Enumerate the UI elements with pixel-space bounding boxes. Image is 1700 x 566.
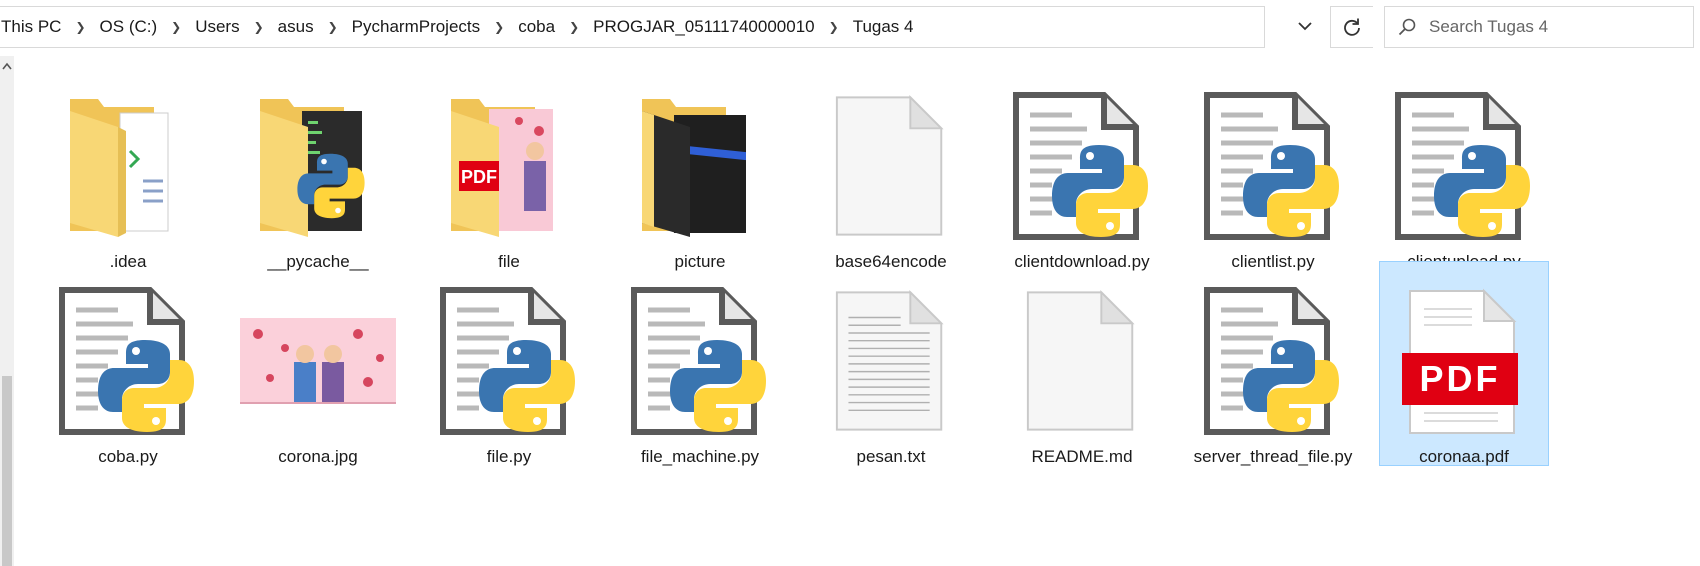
- chevron-right-icon[interactable]: ❯: [488, 20, 510, 34]
- file-name: README.md: [1031, 447, 1133, 466]
- chevron-right-icon[interactable]: ❯: [69, 20, 91, 34]
- file-item-clientlist[interactable]: clientlist.py: [1188, 66, 1358, 271]
- file-name: corona.jpg: [278, 447, 358, 466]
- chevron-right-icon[interactable]: ❯: [248, 20, 270, 34]
- breadcrumb-users[interactable]: Users: [187, 17, 247, 37]
- file-name: pesan.txt: [856, 447, 926, 466]
- chevron-down-icon: [1298, 22, 1312, 31]
- file-item-file-py[interactable]: file.py: [424, 261, 594, 466]
- python-file-icon: [439, 286, 579, 436]
- python-file-icon: [1012, 91, 1152, 241]
- folder-item-idea[interactable]: .idea: [43, 66, 213, 271]
- breadcrumb-this-pc[interactable]: This PC: [0, 17, 69, 37]
- file-item-coba[interactable]: coba.py: [43, 261, 213, 466]
- folder-icon: [258, 91, 365, 241]
- file-item-server-thread-file[interactable]: server_thread_file.py: [1188, 261, 1358, 466]
- image-thumbnail: [240, 318, 396, 404]
- file-item-corona-jpg[interactable]: corona.jpg: [233, 261, 403, 466]
- breadcrumb: This PC ❯ OS (C:) ❯ Users ❯ asus ❯ Pycha…: [0, 7, 921, 47]
- file-item-pesan-txt[interactable]: pesan.txt: [806, 261, 976, 466]
- chevron-right-icon[interactable]: ❯: [322, 20, 344, 34]
- python-file-icon: [1203, 91, 1343, 241]
- python-file-icon: [58, 286, 198, 436]
- breadcrumb-progjar[interactable]: PROGJAR_05111740000010: [585, 17, 822, 37]
- file-item-file-machine[interactable]: file_machine.py: [615, 261, 785, 466]
- svg-text:PDF: PDF: [461, 167, 497, 187]
- folder-icon: [642, 91, 746, 237]
- breadcrumb-pycharmprojects[interactable]: PycharmProjects: [344, 17, 488, 37]
- file-icon: [1024, 286, 1140, 436]
- file-item-coronaa-pdf[interactable]: PDF coronaa.pdf: [1379, 261, 1549, 466]
- file-name: file.py: [486, 447, 532, 466]
- python-file-icon: [1203, 286, 1343, 436]
- search-icon: [1385, 17, 1429, 37]
- file-item-base64encode[interactable]: base64encode: [806, 66, 976, 271]
- chevron-right-icon[interactable]: ❯: [823, 20, 845, 34]
- breadcrumb-coba[interactable]: coba: [510, 17, 563, 37]
- refresh-icon: [1344, 18, 1360, 36]
- breadcrumb-asus[interactable]: asus: [270, 17, 322, 37]
- search-box[interactable]: [1384, 6, 1694, 48]
- folder-item-file[interactable]: PDF file: [424, 66, 594, 271]
- breadcrumb-tugas-4[interactable]: Tugas 4: [845, 17, 922, 37]
- address-history-button[interactable]: [1285, 6, 1325, 46]
- chevron-right-icon[interactable]: ❯: [563, 20, 585, 34]
- file-name: coba.py: [98, 447, 158, 466]
- folder-icon: [68, 91, 169, 237]
- text-file-icon: [833, 286, 949, 436]
- refresh-button[interactable]: [1330, 6, 1373, 48]
- folder-item-pycache[interactable]: __pycache__: [233, 66, 403, 271]
- svg-text:PDF: PDF: [1420, 358, 1501, 399]
- file-icon: [833, 91, 949, 241]
- python-file-icon: [630, 286, 770, 436]
- file-name: server_thread_file.py: [1193, 447, 1353, 466]
- pdf-file-icon: PDF: [1402, 288, 1518, 434]
- search-input[interactable]: [1429, 17, 1669, 37]
- file-item-readme[interactable]: README.md: [997, 261, 1167, 466]
- folder-item-picture[interactable]: picture: [615, 66, 785, 271]
- breadcrumb-os-c[interactable]: OS (C:): [92, 17, 166, 37]
- chevron-right-icon[interactable]: ❯: [165, 20, 187, 34]
- file-item-clientdownload[interactable]: clientdownload.py: [997, 66, 1167, 271]
- file-list-view[interactable]: .idea __pycache__ PDF file picture base6…: [0, 56, 1700, 566]
- address-bar[interactable]: This PC ❯ OS (C:) ❯ Users ❯ asus ❯ Pycha…: [0, 6, 1265, 48]
- navigation-bar: This PC ❯ OS (C:) ❯ Users ❯ asus ❯ Pycha…: [0, 0, 1700, 56]
- folder-icon: PDF: [449, 91, 553, 241]
- python-file-icon: [1394, 91, 1534, 241]
- file-item-clientupload[interactable]: clientupload.py: [1379, 66, 1549, 271]
- file-name: coronaa.pdf: [1419, 447, 1509, 466]
- file-name: file_machine.py: [640, 447, 760, 466]
